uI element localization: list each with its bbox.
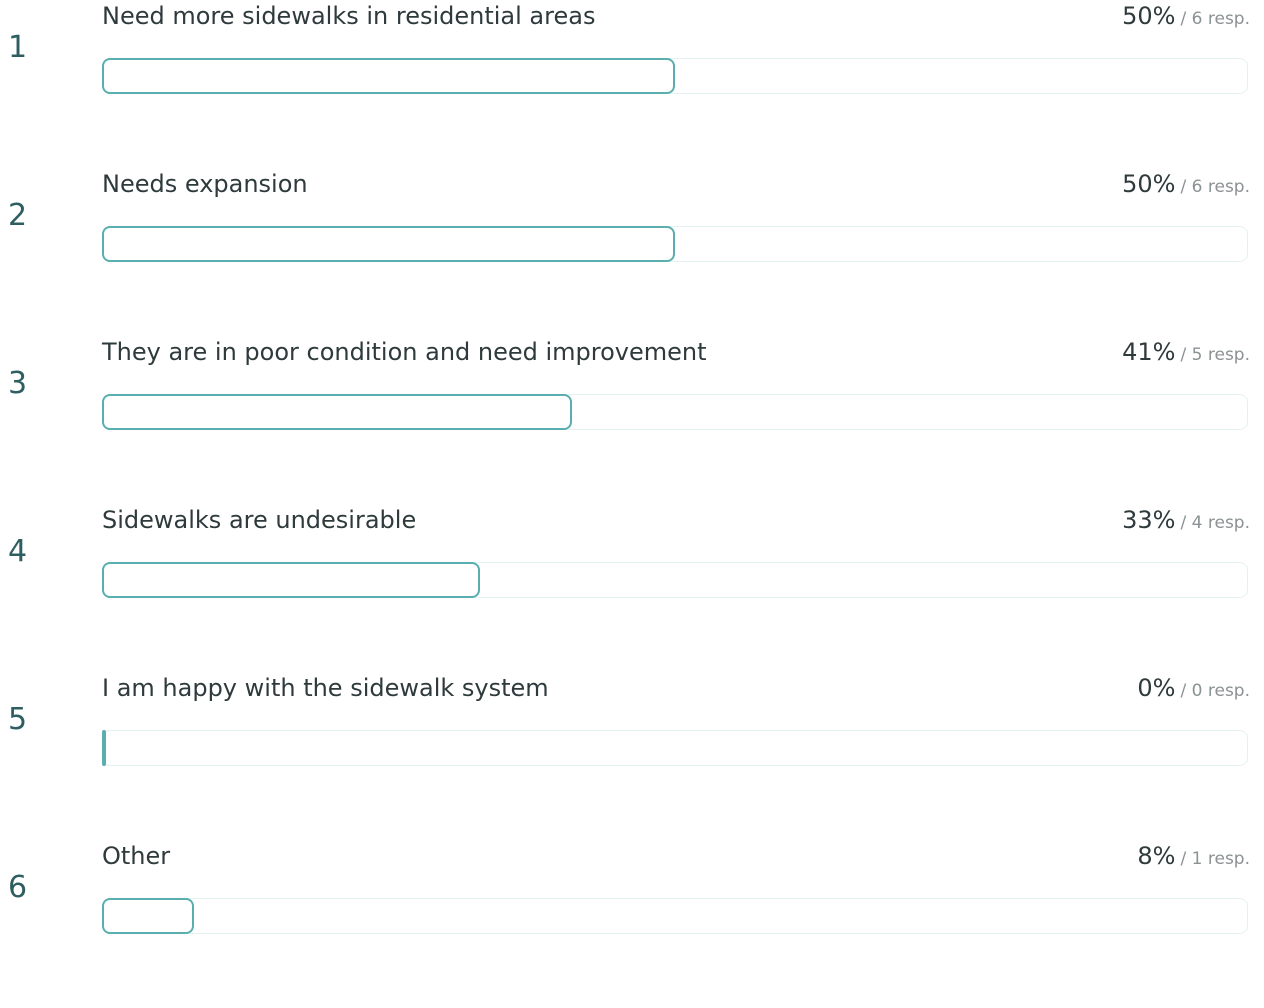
result-percent: 50%: [1122, 2, 1176, 30]
result-bar-track: [102, 226, 1248, 262]
result-bar-track: [102, 394, 1248, 430]
result-row: 2 Needs expansion 50% / 6 resp.: [0, 168, 1264, 336]
result-bar-track: [102, 730, 1248, 766]
result-rank: 3: [8, 366, 28, 401]
result-bar-fill: [102, 58, 675, 94]
result-stats: 0% / 0 resp.: [1137, 674, 1250, 702]
result-stats: 8% / 1 resp.: [1137, 842, 1250, 870]
result-rank: 4: [8, 534, 28, 569]
result-label: Needs expansion: [102, 170, 308, 198]
result-bar-track: [102, 898, 1248, 934]
result-bar-fill: [102, 730, 106, 766]
result-responses: / 6 resp.: [1180, 177, 1250, 197]
result-label: Need more sidewalks in residential areas: [102, 2, 596, 30]
result-responses: / 4 resp.: [1180, 513, 1250, 533]
result-bar-fill: [102, 394, 572, 430]
result-row: 1 Need more sidewalks in residential are…: [0, 0, 1264, 168]
result-rank: 5: [8, 702, 28, 737]
result-rank: 2: [8, 198, 28, 233]
result-bar-fill: [102, 898, 194, 934]
result-label: Sidewalks are undesirable: [102, 506, 417, 534]
result-responses: / 1 resp.: [1180, 849, 1250, 869]
result-row: 6 Other 8% / 1 resp.: [0, 840, 1264, 1008]
result-bar-track: [102, 562, 1248, 598]
result-label: I am happy with the sidewalk system: [102, 674, 549, 702]
result-percent: 41%: [1122, 338, 1176, 366]
result-percent: 8%: [1137, 842, 1176, 870]
result-row: 3 They are in poor condition and need im…: [0, 336, 1264, 504]
result-responses: / 0 resp.: [1180, 681, 1250, 701]
result-responses: / 5 resp.: [1180, 345, 1250, 365]
result-percent: 0%: [1137, 674, 1176, 702]
result-label: Other: [102, 842, 171, 870]
result-stats: 41% / 5 resp.: [1122, 338, 1250, 366]
result-bar-fill: [102, 226, 675, 262]
result-rank: 1: [8, 30, 28, 65]
result-bar-fill: [102, 562, 480, 598]
result-rank: 6: [8, 870, 28, 905]
result-stats: 33% / 4 resp.: [1122, 506, 1250, 534]
result-percent: 50%: [1122, 170, 1176, 198]
result-percent: 33%: [1122, 506, 1176, 534]
result-row: 5 I am happy with the sidewalk system 0%…: [0, 672, 1264, 840]
result-stats: 50% / 6 resp.: [1122, 2, 1250, 30]
result-bar-track: [102, 58, 1248, 94]
result-responses: / 6 resp.: [1180, 9, 1250, 29]
result-stats: 50% / 6 resp.: [1122, 170, 1250, 198]
result-label: They are in poor condition and need impr…: [102, 338, 707, 366]
result-row: 4 Sidewalks are undesirable 33% / 4 resp…: [0, 504, 1264, 672]
